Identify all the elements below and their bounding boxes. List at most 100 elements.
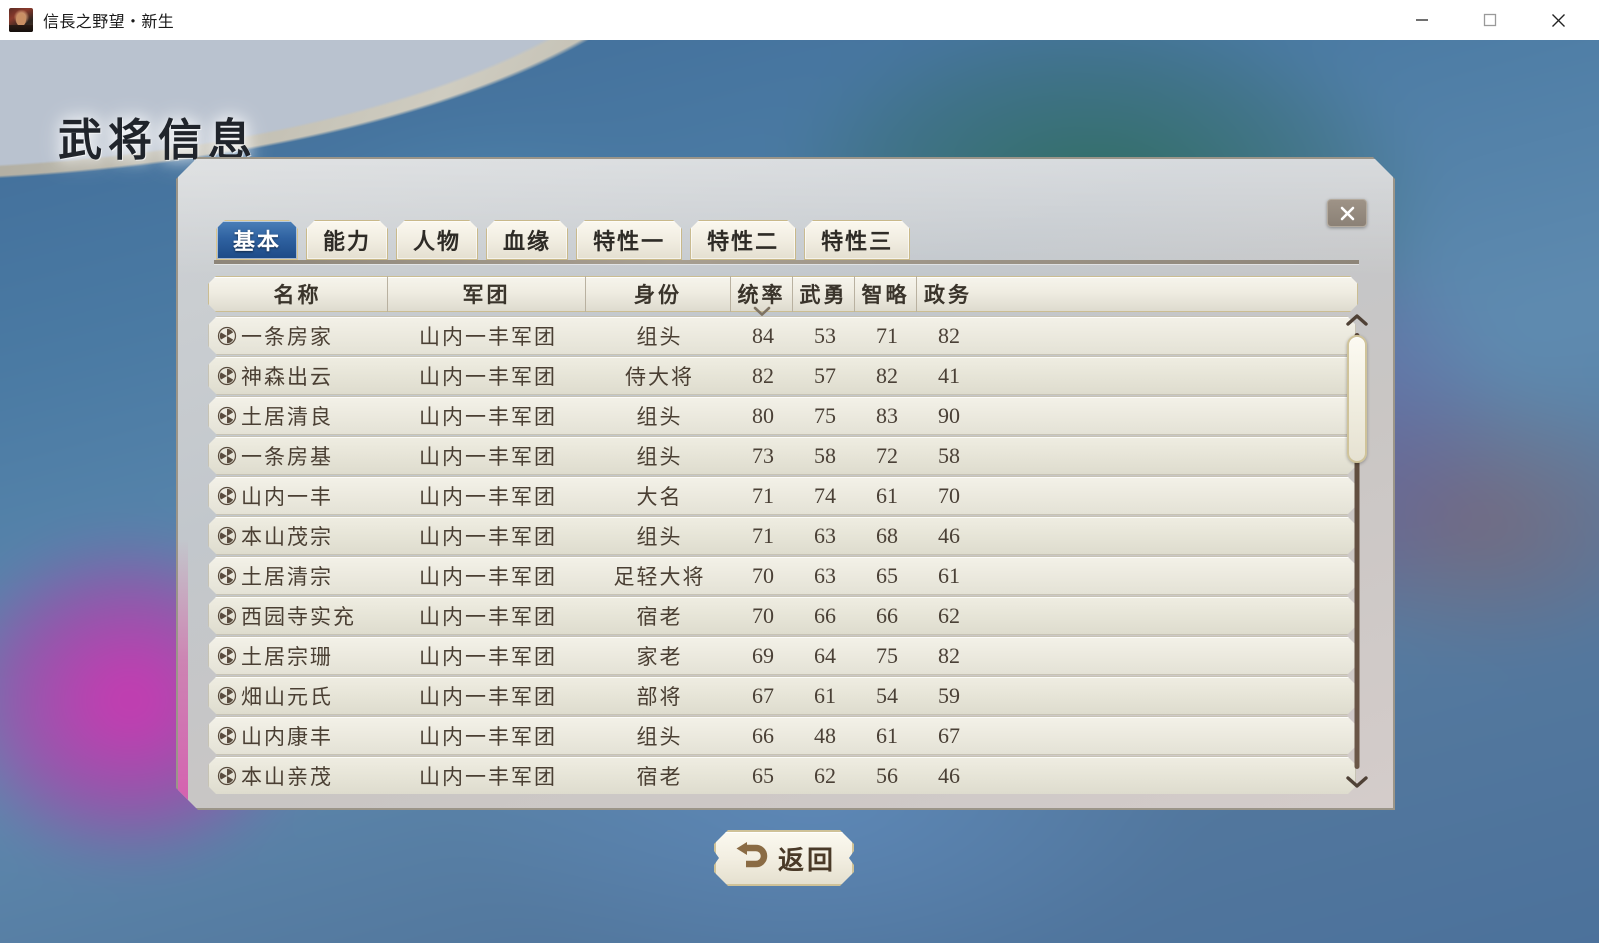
cell-rank: 组头 — [587, 436, 732, 475]
table-row[interactable]: 土居宗珊 山内一丰军团 家老 69 64 75 82 — [208, 636, 1356, 675]
table-row[interactable]: 土居清良 山内一丰军团 组头 80 75 83 90 — [208, 396, 1356, 435]
maximize-button[interactable] — [1467, 0, 1513, 40]
cell-name: 本山茂宗 — [209, 516, 389, 555]
cell-value: 山内一丰军团 — [419, 724, 557, 749]
tab-5[interactable]: 特性一 — [576, 220, 682, 260]
cell-value: 山内一丰军团 — [419, 444, 557, 469]
tab-bar-underline — [214, 260, 1359, 264]
mitsudomoe-crest-icon — [217, 446, 237, 466]
officer-name: 山内一丰 — [241, 484, 333, 509]
cell-intellect: 72 — [856, 436, 918, 475]
column-header-intellect[interactable]: 智略 — [855, 276, 917, 312]
cell-name: 畑山元氏 — [209, 676, 389, 715]
cell-name: 山内一丰 — [209, 476, 389, 515]
cell-corps: 山内一丰军团 — [389, 436, 587, 475]
table-row[interactable]: 土居清宗 山内一丰军团 足轻大将 70 63 65 61 — [208, 556, 1356, 595]
cell-value: 74 — [814, 482, 836, 508]
cell-politics: 82 — [918, 316, 980, 355]
window-titlebar: 信長之野望・新生 — [0, 0, 1599, 40]
cell-value: 大名 — [636, 484, 683, 509]
table-row[interactable]: 本山茂宗 山内一丰军团 组头 71 63 68 46 — [208, 516, 1356, 555]
mitsudomoe-crest-icon — [217, 646, 237, 666]
cell-value: 组头 — [636, 324, 683, 349]
cell-value: 山内一丰军团 — [419, 324, 557, 349]
scroll-down-button[interactable] — [1345, 773, 1369, 791]
cell-value: 山内一丰军团 — [419, 684, 557, 709]
cell-politics: 70 — [918, 476, 980, 515]
column-header-valor[interactable]: 武勇 — [793, 276, 855, 312]
scrollbar-thumb[interactable] — [1347, 335, 1367, 463]
column-header-label: 政务 — [924, 283, 972, 307]
table-row[interactable]: 本山亲茂 山内一丰军团 宿老 65 62 56 46 — [208, 756, 1356, 794]
cell-value: 63 — [814, 562, 836, 588]
back-arrow-icon — [732, 841, 770, 875]
officer-name: 畑山元氏 — [241, 684, 333, 709]
column-header-label: 智略 — [861, 283, 910, 307]
cell-value: 组头 — [636, 724, 683, 749]
mitsudomoe-crest-icon — [217, 686, 237, 706]
cell-valor: 64 — [794, 636, 856, 675]
back-button[interactable]: 返回 — [714, 830, 854, 886]
panel-close-button[interactable] — [1327, 199, 1367, 227]
column-header-command[interactable]: 统率 — [731, 276, 793, 312]
mitsudomoe-crest-icon — [217, 406, 237, 426]
mitsudomoe-crest-icon — [217, 326, 237, 346]
cell-value: 66 — [752, 722, 774, 748]
cell-name: 一条房基 — [209, 436, 389, 475]
column-header-politics[interactable]: 政务 — [917, 276, 979, 312]
tab-1[interactable]: 基本 — [216, 220, 298, 260]
cell-value: 63 — [814, 522, 836, 548]
cell-value: 75 — [876, 642, 898, 668]
cell-value: 75 — [814, 402, 836, 428]
cell-rank: 组头 — [587, 316, 732, 355]
mitsudomoe-crest-icon — [217, 606, 237, 626]
table-row[interactable]: 山内一丰 山内一丰军团 大名 71 74 61 70 — [208, 476, 1356, 515]
cell-name: 本山亲茂 — [209, 756, 389, 794]
cell-value: 82 — [876, 362, 898, 388]
table-row[interactable]: 畑山元氏 山内一丰军团 部将 67 61 54 59 — [208, 676, 1356, 715]
tab-3[interactable]: 人物 — [396, 220, 478, 260]
cell-corps: 山内一丰军团 — [389, 516, 587, 555]
table-row[interactable]: 神森出云 山内一丰军团 侍大将 82 57 82 41 — [208, 356, 1356, 395]
column-header-rank[interactable]: 身份 — [586, 276, 731, 312]
cell-value: 65 — [752, 762, 774, 788]
cell-value: 41 — [938, 362, 960, 388]
cell-value: 53 — [814, 322, 836, 348]
cell-value: 宿老 — [636, 764, 683, 789]
table-row[interactable]: 一条房家 山内一丰军团 组头 84 53 71 82 — [208, 316, 1356, 355]
cell-corps: 山内一丰军团 — [389, 556, 587, 595]
tab-6[interactable]: 特性二 — [690, 220, 796, 260]
cell-command: 71 — [732, 476, 794, 515]
cell-valor: 58 — [794, 436, 856, 475]
cell-valor: 63 — [794, 556, 856, 595]
cell-value: 山内一丰军团 — [419, 404, 557, 429]
scroll-up-button[interactable] — [1345, 311, 1369, 329]
table-scrollbar[interactable] — [1343, 311, 1371, 791]
cell-rank: 侍大将 — [587, 356, 732, 395]
column-header-name[interactable]: 名称 — [208, 276, 388, 312]
cell-intellect: 56 — [856, 756, 918, 794]
minimize-button[interactable] — [1399, 0, 1445, 40]
cell-valor: 62 — [794, 756, 856, 794]
column-header-label: 名称 — [273, 283, 322, 307]
cell-value: 61 — [938, 562, 960, 588]
cell-value: 宿老 — [636, 604, 683, 629]
tab-2[interactable]: 能力 — [306, 220, 388, 260]
table-row[interactable]: 山内康丰 山内一丰军团 组头 66 48 61 67 — [208, 716, 1356, 755]
window-close-button[interactable] — [1535, 0, 1581, 40]
tab-7[interactable]: 特性三 — [804, 220, 910, 260]
cell-corps: 山内一丰军团 — [389, 596, 587, 635]
cell-value: 54 — [876, 682, 898, 708]
column-header-corps[interactable]: 军团 — [388, 276, 586, 312]
cell-valor: 74 — [794, 476, 856, 515]
table-row[interactable]: 西园寺实充 山内一丰军团 宿老 70 66 66 62 — [208, 596, 1356, 635]
cell-value: 组头 — [636, 404, 683, 429]
table-header: 名称 军团 身份 统率 武勇 智略 政务 — [208, 276, 1358, 312]
cell-value: 山内一丰军团 — [419, 764, 557, 789]
cell-value: 90 — [938, 402, 960, 428]
tab-bar: 基本 能力 人物 血缘 特性一 特性二 特性三 — [216, 220, 910, 260]
tab-4[interactable]: 血缘 — [486, 220, 568, 260]
cell-value: 山内一丰军团 — [419, 564, 557, 589]
table-row[interactable]: 一条房基 山内一丰军团 组头 73 58 72 58 — [208, 436, 1356, 475]
cell-value: 48 — [814, 722, 836, 748]
